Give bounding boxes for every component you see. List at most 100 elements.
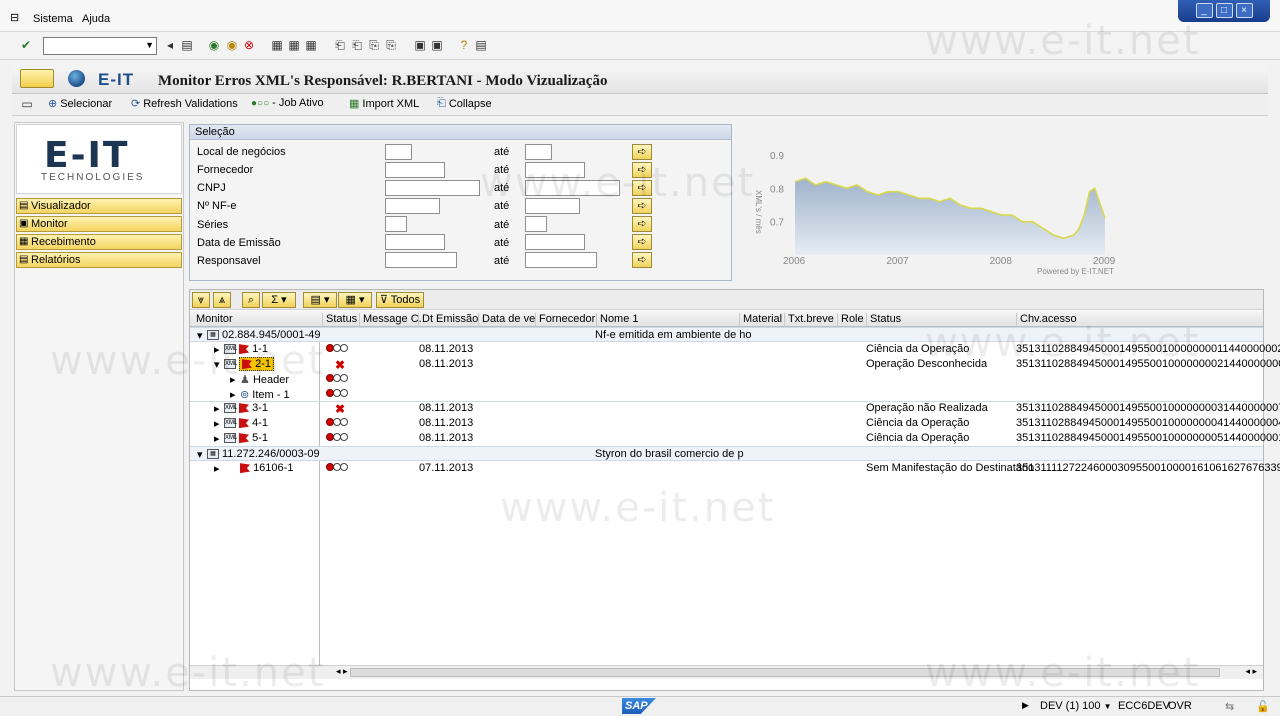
col-data-vencimento[interactable]: Data de ve xyxy=(478,313,535,327)
col-status-2[interactable]: Status xyxy=(866,313,901,327)
nfe-from[interactable] xyxy=(385,198,440,214)
cnpj-from[interactable] xyxy=(385,180,480,196)
multiple-selection-button[interactable]: ➪ xyxy=(632,144,652,160)
data-emissao-to[interactable] xyxy=(525,234,585,250)
window-menu-icon[interactable]: ⊟ xyxy=(10,11,19,24)
find-next-icon[interactable]: ▦ xyxy=(304,38,318,52)
system-info[interactable]: DEV (1) 100 ▼ xyxy=(1040,700,1112,712)
multiple-selection-button[interactable]: ➪ xyxy=(632,198,652,214)
close-icon[interactable]: × xyxy=(1235,3,1253,18)
series-from[interactable] xyxy=(385,216,407,232)
col-dt-emissao[interactable]: Dt Emissão xyxy=(418,313,478,327)
save-icon[interactable]: ▤ xyxy=(180,38,194,52)
table-row[interactable]: ▸ 16106-1 07.11.2013 Sem Manifestação do… xyxy=(190,461,1280,476)
collapse-all-icon[interactable]: ⩓ xyxy=(213,292,231,308)
collapse-node-icon[interactable]: ▾ xyxy=(197,329,203,342)
series-to[interactable] xyxy=(525,216,547,232)
minimize-icon[interactable]: _ xyxy=(1195,3,1213,18)
status-expand-icon[interactable]: ▶ xyxy=(1022,700,1029,711)
print-button[interactable]: ▤ ▾ xyxy=(303,292,337,308)
expand-node-icon[interactable]: ▸ xyxy=(214,417,220,430)
new-session-icon[interactable]: ▣ xyxy=(413,38,427,52)
nav-recebimento[interactable]: ▦ Recebimento xyxy=(16,234,182,250)
table-row[interactable]: ▾ XML 2-1 ✖ 08.11.2013 Operação Desconhe… xyxy=(190,357,1280,372)
local-negocios-from[interactable] xyxy=(385,144,412,160)
col-monitor[interactable]: Monitor xyxy=(193,313,233,327)
print-icon[interactable]: ▦ xyxy=(270,38,284,52)
prev-page-icon[interactable]: ⎗ xyxy=(350,38,364,52)
maximize-icon[interactable]: □ xyxy=(1215,3,1233,18)
table-row[interactable]: ▾ ▦ 02.884.945/0001-49 Nf-e emitida em am… xyxy=(190,327,1263,342)
multiple-selection-button[interactable]: ➪ xyxy=(632,234,652,250)
exit-icon[interactable]: ◉ xyxy=(225,38,239,52)
expand-node-icon[interactable]: ▸ xyxy=(214,462,220,475)
expand-node-icon[interactable]: ▸ xyxy=(230,373,236,386)
scroll-left-icon[interactable]: ◂ ▸ xyxy=(336,666,348,677)
layout-button[interactable]: ▦ ▾ xyxy=(338,292,372,308)
cnpj-to[interactable] xyxy=(525,180,620,196)
import-button[interactable]: ▦ Import XML xyxy=(349,97,419,111)
filter-todos-button[interactable]: ⊽ Todos xyxy=(376,292,424,308)
col-role[interactable]: Role xyxy=(837,313,864,327)
horizontal-scrollbar[interactable]: ◂ ▸ ◂ ▸ xyxy=(190,665,1263,679)
collapse-node-icon[interactable]: ▾ xyxy=(197,448,203,461)
refresh-button[interactable]: ⟳ Refresh Validations xyxy=(131,97,238,111)
expand-all-icon[interactable]: ⩔ xyxy=(192,292,210,308)
expand-node-icon[interactable]: ▸ xyxy=(214,432,220,445)
find-icon[interactable]: ▦ xyxy=(287,38,301,52)
col-status[interactable]: Status xyxy=(322,313,357,327)
table-row[interactable]: ▸ XML 4-1 08.11.2013 Ciência da Operação… xyxy=(190,416,1280,431)
help-icon[interactable]: ? xyxy=(457,38,471,52)
selected-node[interactable]: 2-1 xyxy=(239,357,274,371)
collapse-node-icon[interactable]: ▾ xyxy=(214,358,220,371)
multiple-selection-button[interactable]: ➪ xyxy=(632,162,652,178)
col-fornecedor[interactable]: Fornecedor xyxy=(535,313,595,327)
nav-left-icon[interactable]: ◂ xyxy=(163,38,177,52)
menu-sistema[interactable]: Sistema xyxy=(33,13,73,25)
find-icon[interactable]: ⌕ xyxy=(242,292,260,308)
first-page-icon[interactable]: ⎗ xyxy=(333,38,347,52)
nav-monitor[interactable]: ▣ Monitor xyxy=(16,216,182,232)
expand-node-icon[interactable]: ▸ xyxy=(230,388,236,401)
nfe-to[interactable] xyxy=(525,198,580,214)
insert-mode[interactable]: OVR xyxy=(1168,700,1192,712)
cancel-icon[interactable]: ⊗ xyxy=(242,38,256,52)
table-row[interactable]: ▸ ♟ Header xyxy=(190,372,1263,387)
expand-node-icon[interactable]: ▸ xyxy=(214,402,220,415)
table-row[interactable]: ▸ ⊚ Item - 1 xyxy=(190,387,1263,402)
command-field[interactable]: ▼ xyxy=(43,37,157,55)
fornecedor-to[interactable] xyxy=(525,162,585,178)
job-button[interactable]: ●○○ - Job Ativo xyxy=(251,97,323,109)
responsavel-to[interactable] xyxy=(525,252,597,268)
selecionar-button[interactable]: ⊕ Selecionar xyxy=(48,97,112,111)
col-chave-acesso[interactable]: Chv.acesso xyxy=(1016,313,1077,327)
expand-node-icon[interactable]: ▸ xyxy=(214,343,220,356)
last-page-icon[interactable]: ⎘ xyxy=(384,38,398,52)
table-row[interactable]: ▸ XML 5-1 08.11.2013 Ciência da Operação… xyxy=(190,431,1280,446)
scroll-thumb[interactable] xyxy=(350,668,1220,677)
back-icon[interactable]: ◉ xyxy=(207,38,221,52)
table-row[interactable]: ▾ ▦ 11.272.246/0003-09 Styron do brasil c… xyxy=(190,446,1263,461)
confirm-icon[interactable]: ✔ xyxy=(19,38,33,52)
menu-ajuda[interactable]: Ajuda xyxy=(82,13,110,25)
fornecedor-from[interactable] xyxy=(385,162,445,178)
layout-icon[interactable]: ▤ xyxy=(474,38,488,52)
display-icon[interactable]: ▭ xyxy=(20,97,34,111)
nav-relatorios[interactable]: ▤ Relatórios xyxy=(16,252,182,268)
data-emissao-from[interactable] xyxy=(385,234,445,250)
sum-button[interactable]: Σ ▾ xyxy=(262,292,296,308)
local-negocios-to[interactable] xyxy=(525,144,552,160)
multiple-selection-button[interactable]: ➪ xyxy=(632,252,652,268)
nav-visualizador[interactable]: ▤ Visualizador xyxy=(16,198,182,214)
shortcut-icon[interactable]: ▣ xyxy=(430,38,444,52)
col-material[interactable]: Material xyxy=(739,313,782,327)
scroll-right-icon[interactable]: ◂ ▸ xyxy=(1245,666,1257,677)
col-txt-breve[interactable]: Txt.breve xyxy=(784,313,834,327)
layout-menu-button[interactable] xyxy=(20,69,54,88)
collapse-button[interactable]: ⎗ Collapse xyxy=(437,97,492,110)
multiple-selection-button[interactable]: ➪ xyxy=(632,216,652,232)
responsavel-from[interactable] xyxy=(385,252,457,268)
col-message[interactable]: Message C. xyxy=(359,313,422,327)
table-row[interactable]: ▸ XML 3-1 ✖ 08.11.2013 Operação não Real… xyxy=(190,401,1280,416)
chevron-down-icon[interactable]: ▼ xyxy=(145,40,154,50)
